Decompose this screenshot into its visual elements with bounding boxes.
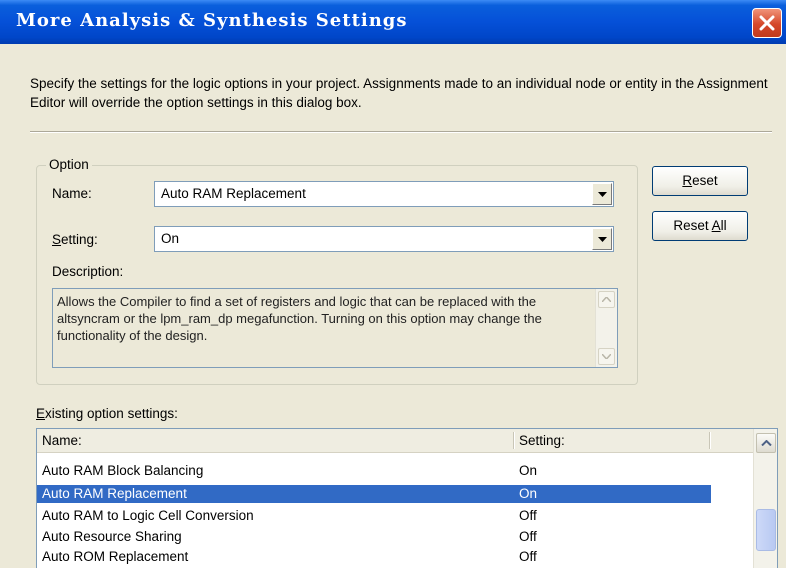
chevron-up-icon bbox=[761, 440, 772, 446]
table-row-selected[interactable]: Auto RAM Replacement On bbox=[37, 485, 711, 503]
option-group-legend: Option bbox=[46, 157, 92, 172]
table-row[interactable]: Auto RAM to Logic Cell Conversion Off bbox=[37, 507, 711, 525]
list-scroll-up-button[interactable] bbox=[756, 433, 776, 453]
intro-text: Specify the settings for the logic optio… bbox=[30, 76, 768, 110]
reset-button[interactable]: Reset bbox=[652, 166, 748, 196]
table-row[interactable]: Auto Resource Sharing Off bbox=[37, 528, 711, 546]
name-label: Name: bbox=[52, 186, 92, 201]
setting-combobox[interactable]: On bbox=[154, 226, 614, 252]
row-setting: Off bbox=[519, 529, 537, 544]
separator bbox=[30, 131, 772, 133]
table-row[interactable]: Auto ROM Replacement Off bbox=[37, 548, 711, 566]
reset-all-button[interactable]: Reset All bbox=[652, 211, 748, 241]
table-row[interactable]: Auto RAM Block Balancing On bbox=[37, 462, 711, 480]
description-text: Allows the Compiler to find a set of reg… bbox=[57, 294, 542, 343]
row-name: Auto RAM to Logic Cell Conversion bbox=[42, 508, 254, 523]
chevron-down-icon bbox=[598, 237, 607, 242]
description-scroll-down-button[interactable] bbox=[598, 348, 615, 365]
row-name: Auto ROM Replacement bbox=[42, 549, 189, 564]
row-setting: Off bbox=[519, 549, 537, 564]
description-box[interactable]: Allows the Compiler to find a set of reg… bbox=[52, 288, 618, 368]
row-name: Auto Resource Sharing bbox=[42, 529, 182, 544]
column-divider[interactable] bbox=[513, 432, 515, 449]
chevron-up-icon bbox=[602, 297, 611, 302]
existing-settings-list[interactable]: Name: Setting: Auto RAM Block Balancing … bbox=[36, 428, 778, 568]
window-title: More Analysis & Synthesis Settings bbox=[16, 10, 408, 31]
description-label: Description: bbox=[52, 264, 124, 279]
column-header-name[interactable]: Name: bbox=[42, 433, 82, 448]
close-x-icon bbox=[759, 15, 775, 31]
title-bar[interactable]: More Analysis & Synthesis Settings bbox=[0, 0, 786, 44]
existing-settings-label: Existing option settings: bbox=[36, 406, 178, 421]
description-scroll-up-button[interactable] bbox=[598, 291, 615, 308]
close-button[interactable] bbox=[752, 8, 782, 38]
column-divider[interactable] bbox=[709, 432, 711, 449]
column-header-setting[interactable]: Setting: bbox=[519, 433, 565, 448]
row-setting: Off bbox=[519, 508, 537, 523]
setting-combobox-value: On bbox=[161, 231, 180, 246]
chevron-down-icon bbox=[598, 192, 607, 197]
list-scrollbar[interactable] bbox=[753, 429, 777, 568]
row-name: Auto RAM Replacement bbox=[42, 486, 187, 501]
setting-combobox-dropdown-button[interactable] bbox=[592, 228, 612, 250]
row-setting: On bbox=[519, 486, 538, 501]
list-scroll-thumb[interactable] bbox=[756, 509, 776, 551]
description-scrollbar[interactable] bbox=[595, 289, 617, 367]
name-combobox-dropdown-button[interactable] bbox=[592, 183, 612, 205]
name-combobox-value: Auto RAM Replacement bbox=[161, 186, 306, 201]
list-header: Name: Setting: bbox=[37, 429, 755, 453]
chevron-down-icon bbox=[602, 354, 611, 359]
row-setting: On bbox=[519, 463, 538, 478]
row-name: Auto RAM Block Balancing bbox=[42, 463, 204, 478]
dialog-window: More Analysis & Synthesis Settings Speci… bbox=[0, 0, 786, 568]
setting-label: Setting: bbox=[52, 232, 98, 247]
name-combobox[interactable]: Auto RAM Replacement bbox=[154, 181, 614, 207]
